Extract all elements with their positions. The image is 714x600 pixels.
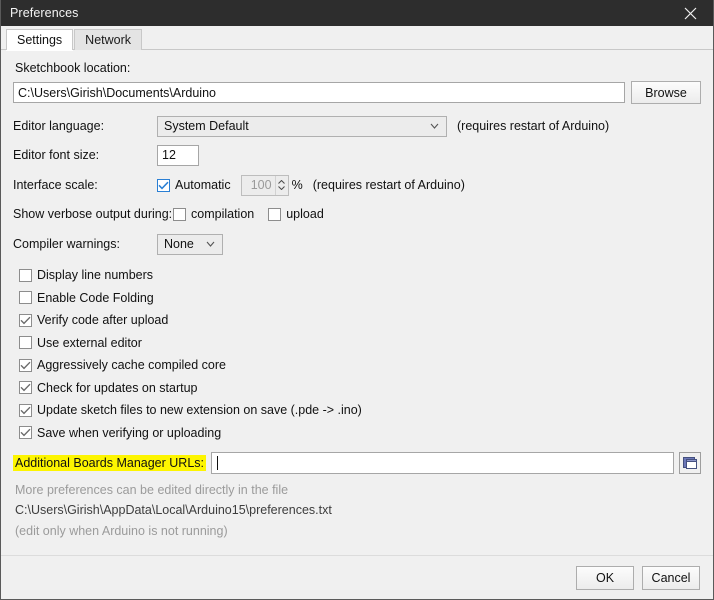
spinner-arrows[interactable]	[274, 175, 288, 195]
cancel-button[interactable]: Cancel	[642, 565, 700, 590]
browse-button[interactable]: Browse	[631, 81, 701, 104]
checkbox-check-for-updates-on-startup[interactable]: Check for updates on startup	[19, 377, 701, 400]
dialog-footer: OK Cancel	[1, 555, 713, 599]
tab-network-label: Network	[85, 33, 132, 47]
compiler-warnings-value: None	[164, 237, 194, 251]
checkbox-box	[157, 178, 170, 192]
checkbox-box	[19, 381, 32, 395]
preferences-note-line3: (edit only when Arduino is not running)	[15, 524, 228, 538]
preferences-note-line1: More preferences can be edited directly …	[15, 483, 289, 497]
checkbox-box	[268, 207, 282, 221]
text-caret	[217, 456, 218, 470]
boards-manager-edit-button[interactable]	[679, 452, 701, 474]
checkbox-label: Save when verifying or uploading	[37, 425, 222, 440]
editor-font-size-input[interactable]: 12	[157, 144, 199, 166]
boards-manager-urls-label: Additional Boards Manager URLs:	[13, 455, 206, 471]
checkbox-verify-code-after-upload[interactable]: Verify code after upload	[19, 309, 701, 332]
verbose-compilation-checkbox[interactable]: compilation	[173, 207, 254, 221]
close-icon	[684, 7, 697, 20]
editor-language-select[interactable]: System Default	[157, 115, 447, 137]
compiler-warnings-label: Compiler warnings:	[13, 237, 120, 251]
external-window-icon	[682, 455, 698, 471]
interface-scale-spinner[interactable]: 100	[240, 174, 289, 196]
checkbox-label: Enable Code Folding	[37, 290, 154, 305]
interface-scale-automatic-checkbox[interactable]: Automatic	[157, 174, 231, 197]
interface-scale-label: Interface scale:	[13, 178, 98, 192]
checkbox-label: Check for updates on startup	[37, 380, 198, 395]
compiler-warnings-row: Compiler warnings: None	[13, 231, 701, 257]
sketchbook-location-row: C:\Users\Girish\Documents\Arduino Browse	[13, 81, 701, 104]
window-title: Preferences	[10, 6, 79, 20]
editor-language-label: Editor language:	[13, 119, 105, 133]
checkbox-box	[19, 426, 32, 440]
compiler-warnings-select[interactable]: None	[157, 233, 223, 255]
checkbox-display-line-numbers[interactable]: Display line numbers	[19, 264, 701, 287]
verbose-upload-label: upload	[286, 207, 324, 221]
verbose-compilation-label: compilation	[191, 207, 255, 221]
options-checkbox-list: Display line numbers Enable Code Folding…	[19, 264, 701, 444]
boards-manager-urls-input[interactable]	[211, 452, 674, 474]
preferences-file-path: C:\Users\Girish\AppData\Local\Arduino15\…	[15, 503, 332, 517]
interface-scale-automatic-label: Automatic	[175, 178, 231, 192]
tab-network[interactable]: Network	[74, 29, 143, 50]
editor-language-hint: (requires restart of Arduino)	[457, 119, 610, 133]
chevron-down-icon	[202, 241, 218, 247]
checkbox-box	[19, 268, 32, 282]
checkbox-label: Aggressively cache compiled core	[37, 358, 226, 373]
settings-panel: Sketchbook location: C:\Users\Girish\Doc…	[1, 50, 713, 555]
editor-language-row: Editor language: System Default (require…	[13, 113, 701, 139]
tab-settings[interactable]: Settings	[6, 29, 74, 50]
interface-scale-row: Interface scale: Automatic 100 % (requir…	[13, 172, 701, 198]
checkbox-label: Verify code after upload	[37, 313, 169, 328]
checkbox-enable-code-folding[interactable]: Enable Code Folding	[19, 287, 701, 310]
chevron-down-icon[interactable]	[278, 186, 285, 190]
preferences-dialog: Preferences Settings Network Sketchbook …	[0, 0, 714, 600]
editor-font-size-label: Editor font size:	[13, 148, 100, 162]
boards-manager-urls-row: Additional Boards Manager URLs:	[13, 452, 701, 474]
checkbox-label: Use external editor	[37, 335, 142, 350]
checkbox-box	[19, 358, 32, 372]
editor-language-value: System Default	[164, 119, 249, 133]
checkbox-save-when-verifying-or-uploading[interactable]: Save when verifying or uploading	[19, 422, 701, 445]
ok-button[interactable]: OK	[576, 565, 634, 590]
checkbox-box	[19, 403, 32, 417]
close-button[interactable]	[667, 0, 713, 26]
verbose-output-label: Show verbose output during:	[13, 207, 173, 221]
checkbox-update-sketch-files-extension[interactable]: Update sketch files to new extension on …	[19, 399, 701, 422]
checkbox-label: Display line numbers	[37, 268, 154, 283]
checkbox-box	[19, 291, 32, 305]
checkbox-label: Update sketch files to new extension on …	[37, 403, 362, 418]
checkbox-box	[19, 336, 32, 350]
checkbox-box	[173, 207, 186, 221]
editor-font-size-row: Editor font size: 12	[13, 142, 701, 168]
interface-scale-percent: %	[291, 178, 303, 192]
title-bar: Preferences	[1, 0, 713, 26]
checkbox-use-external-editor[interactable]: Use external editor	[19, 332, 701, 355]
chevron-down-icon	[426, 123, 442, 129]
tab-settings-label: Settings	[17, 33, 63, 47]
checkbox-box	[19, 313, 32, 327]
chevron-up-icon[interactable]	[278, 180, 285, 184]
verbose-upload-checkbox[interactable]: upload	[268, 207, 324, 221]
sketchbook-location-label: Sketchbook location:	[15, 61, 131, 75]
verbose-output-row: Show verbose output during: compilation …	[13, 201, 701, 227]
interface-scale-value: 100	[250, 178, 272, 192]
interface-scale-hint: (requires restart of Arduino)	[312, 178, 465, 192]
checkbox-aggressively-cache-compiled-core[interactable]: Aggressively cache compiled core	[19, 354, 701, 377]
sketchbook-location-input[interactable]: C:\Users\Girish\Documents\Arduino	[13, 82, 625, 103]
tab-strip: Settings Network	[1, 26, 713, 50]
